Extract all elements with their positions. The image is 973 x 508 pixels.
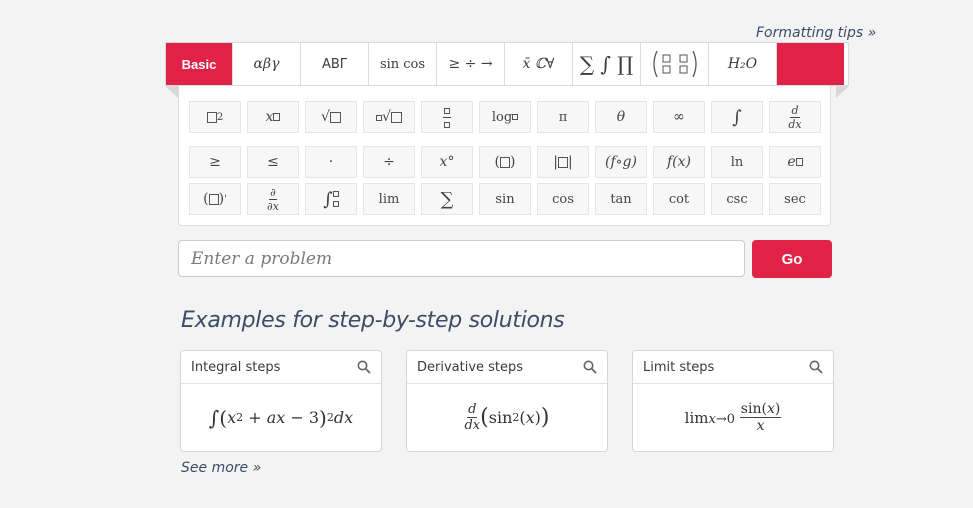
go-button[interactable]: Go xyxy=(752,240,832,278)
card-title: Limit steps xyxy=(643,359,715,375)
key-partial[interactable]: ∂ ∂x xyxy=(247,183,299,215)
key-prime[interactable]: () ' xyxy=(189,183,241,215)
key-theta[interactable]: θ xyxy=(595,101,647,133)
key-cot[interactable]: cot xyxy=(653,183,705,215)
card-expression: d dx(sin 2(x)) xyxy=(464,402,550,433)
key-divide[interactable]: ÷ xyxy=(363,146,415,178)
key-cos[interactable]: cos xyxy=(537,183,589,215)
key-pi[interactable]: π xyxy=(537,101,589,133)
key-derivative[interactable]: d dx xyxy=(769,101,821,133)
key-sum[interactable]: ∑ xyxy=(421,183,473,215)
key-integral[interactable]: ∫ xyxy=(711,101,763,133)
matrix-icon xyxy=(652,50,697,78)
tab-operators[interactable]: ≥ ÷ → xyxy=(437,43,505,85)
key-log[interactable]: log xyxy=(479,101,531,133)
key-tan[interactable]: tan xyxy=(595,183,647,215)
keyboard-tabs: Basic αβγ ΑΒΓ sin cos ≥ ÷ → x̄ ℂ∀ ∑ ∫ ∏ … xyxy=(165,42,849,86)
examples-title: Examples for step-by-step solutions xyxy=(181,308,565,333)
key-sin[interactable]: sin xyxy=(479,183,531,215)
key-power[interactable]: x xyxy=(247,101,299,133)
example-card-limit[interactable]: Limit steps lim x→0 sin(x) x xyxy=(632,350,834,452)
key-abs[interactable]: | | xyxy=(537,146,589,178)
key-sqrt[interactable]: √ xyxy=(305,101,357,133)
see-more-link[interactable]: See more » xyxy=(181,460,261,476)
tab-trig[interactable]: sin cos xyxy=(369,43,437,85)
example-card-derivative[interactable]: Derivative steps d dx(sin 2(x)) xyxy=(406,350,608,452)
key-geq[interactable]: ≥ xyxy=(189,146,241,178)
search-icon xyxy=(357,360,371,374)
tab-sets[interactable]: x̄ ℂ∀ xyxy=(505,43,573,85)
key-infinity[interactable]: ∞ xyxy=(653,101,705,133)
key-csc[interactable]: csc xyxy=(711,183,763,215)
key-sec[interactable]: sec xyxy=(769,183,821,215)
example-card-integral[interactable]: Integral steps ∫(x 2 + ax − 3) 2 dx xyxy=(180,350,382,452)
key-composition[interactable]: (f∘g) xyxy=(595,146,647,178)
card-title: Integral steps xyxy=(191,359,281,375)
key-dot[interactable]: · xyxy=(305,146,357,178)
key-nth-root[interactable]: √ xyxy=(363,101,415,133)
card-title: Derivative steps xyxy=(417,359,524,375)
tab-more[interactable] xyxy=(777,43,844,85)
tab-fold-left xyxy=(165,86,178,98)
key-leq[interactable]: ≤ xyxy=(247,146,299,178)
key-square[interactable]: 2 xyxy=(189,101,241,133)
card-expression: lim x→0 sin(x) x xyxy=(684,401,782,434)
tab-chemistry[interactable]: H₂O xyxy=(709,43,777,85)
tab-sum-integral[interactable]: ∑ ∫ ∏ xyxy=(573,43,641,85)
tab-fold-right xyxy=(836,86,849,98)
tab-matrix[interactable] xyxy=(641,43,709,85)
symbol-palette: 2 x √ √ log π θ ∞ ∫ d dx ≥ ≤ · ÷ x° () | |… xyxy=(178,86,831,226)
tab-basic[interactable]: Basic xyxy=(166,43,233,85)
key-degree[interactable]: x° xyxy=(421,146,473,178)
search-icon xyxy=(583,360,597,374)
key-ln[interactable]: ln xyxy=(711,146,763,178)
key-fraction[interactable] xyxy=(421,101,473,133)
formatting-tips-link[interactable]: Formatting tips » xyxy=(756,25,956,41)
key-exp[interactable]: e xyxy=(769,146,821,178)
search-icon xyxy=(809,360,823,374)
key-limit[interactable]: lim xyxy=(363,183,415,215)
tab-greek-upper[interactable]: ΑΒΓ xyxy=(301,43,369,85)
problem-input[interactable] xyxy=(178,240,745,277)
key-definite-integral[interactable]: ∫ xyxy=(305,183,357,215)
tab-greek-lower[interactable]: αβγ xyxy=(233,43,301,85)
key-parentheses[interactable]: () xyxy=(479,146,531,178)
card-expression: ∫(x 2 + ax − 3) 2 dx xyxy=(208,405,354,430)
key-function[interactable]: f(x) xyxy=(653,146,705,178)
